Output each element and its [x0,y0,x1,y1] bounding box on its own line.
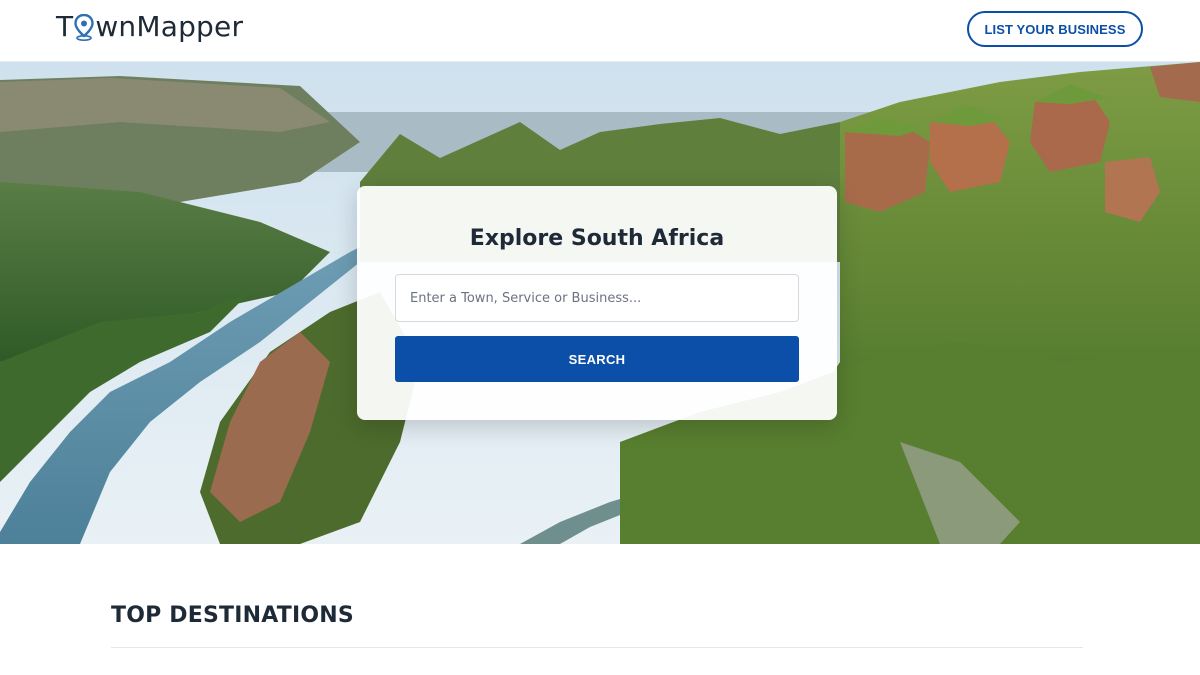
top-destinations-heading: TOP DESTINATIONS [111,603,354,628]
map-pin-icon [74,12,95,41]
hero-title: Explore South Africa [469,226,725,251]
logo-text-end: wnMapper [95,9,244,43]
search-card: Explore South Africa SEARCH [357,186,837,420]
site-header: T wnMapper LIST YOUR BUSINESS [0,0,1200,62]
site-logo[interactable]: T wnMapper [56,8,243,44]
search-button[interactable]: SEARCH [395,336,799,382]
logo-text-start: T [56,9,74,43]
search-input[interactable] [395,274,799,322]
list-your-business-button[interactable]: LIST YOUR BUSINESS [967,11,1143,47]
section-divider [111,647,1083,648]
